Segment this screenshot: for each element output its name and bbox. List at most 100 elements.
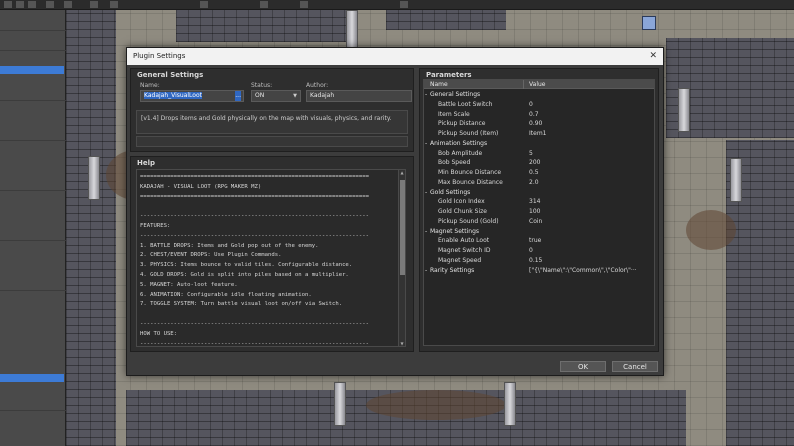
parameter-name: Magnet Switch ID (438, 247, 491, 254)
parameter-category-row[interactable]: - Magnet Settings (424, 227, 654, 237)
parameter-value: 0 (529, 247, 533, 254)
toolbar-button[interactable] (64, 1, 72, 8)
parameter-row[interactable]: Gold Chunk Size 100 (424, 207, 654, 217)
parameter-value: Item1 (529, 130, 547, 137)
map-wall (66, 10, 116, 446)
collapse-toggle-icon[interactable]: - (425, 266, 427, 276)
parameter-row[interactable]: Magnet Switch ID 0 (424, 246, 654, 256)
parameter-name: Pickup Sound (Gold) (438, 217, 499, 225)
help-text-area[interactable]: ========================================… (136, 169, 406, 347)
parameter-row[interactable]: Item Scale 0.7 (424, 110, 654, 120)
parameters-group: Parameters Name Value - General Settings B… (419, 68, 659, 352)
parameter-value: 0.7 (529, 110, 539, 118)
close-icon[interactable]: ✕ (649, 48, 657, 65)
chevron-down-icon: ▼ (293, 93, 297, 99)
name-field[interactable]: Kadajah_VisualLoot ... (140, 90, 244, 102)
parameters-table[interactable]: Name Value - General Settings Battle Loot … (423, 79, 655, 346)
toolbar-button[interactable] (46, 1, 54, 8)
map-list-selected-item[interactable] (0, 374, 64, 382)
parameter-value: ["{\"Name\":\"Common\",\"Color\"··· (529, 266, 637, 274)
collapse-toggle-icon[interactable]: - (425, 227, 427, 237)
toolbar-button[interactable] (110, 1, 118, 8)
map-dirt (366, 390, 506, 420)
toolbar-button[interactable] (28, 1, 36, 8)
map-pillar (334, 382, 346, 426)
column-header-value[interactable]: Value (529, 81, 545, 88)
column-header-name[interactable]: Name (430, 81, 448, 88)
parameter-category-row[interactable]: - Gold Settings (424, 188, 654, 198)
parameter-name: Rarity Settings (430, 266, 475, 274)
map-wall (386, 10, 506, 30)
parameter-row[interactable]: Enable Auto Loot true (424, 236, 654, 246)
description-extra-field[interactable] (136, 136, 408, 147)
parameter-row[interactable]: Magnet Speed 0.15 (424, 256, 654, 266)
parameter-name: Max Bounce Distance (438, 178, 503, 186)
parameter-category-row[interactable]: - Rarity Settings ["{\"Name\":\"Common\",\… (424, 266, 654, 276)
parameter-value: 0.15 (529, 256, 543, 264)
help-line: 6. ANIMATION: Configurable idle floating… (140, 291, 312, 298)
collapse-toggle-icon[interactable]: - (425, 90, 427, 100)
parameter-row[interactable]: Bob Amplitude 5 (424, 149, 654, 159)
scroll-up-icon[interactable]: ▲ (399, 170, 405, 175)
plugin-settings-dialog: Plugin Settings ✕ General Settings Name:… (126, 47, 664, 376)
parameter-name: Gold Settings (430, 188, 471, 196)
toolbar-button[interactable] (260, 1, 268, 8)
map-dirt (686, 210, 736, 250)
scroll-down-icon[interactable]: ▼ (399, 341, 405, 346)
parameter-category-row[interactable]: - Animation Settings (424, 139, 654, 149)
help-scrollbar[interactable]: ▲ ▼ (398, 169, 406, 347)
help-scroll-thumb[interactable] (400, 180, 405, 275)
parameter-name: Bob Speed (438, 159, 471, 167)
parameter-value: true (529, 237, 542, 245)
toolbar-button[interactable] (300, 1, 308, 8)
toolbar-button[interactable] (16, 1, 24, 8)
parameter-value: 314 (529, 198, 541, 206)
parameter-row[interactable]: Max Bounce Distance 2.0 (424, 178, 654, 188)
parameter-row[interactable]: Min Bounce Distance 0.5 (424, 168, 654, 178)
help-line: ----------------------------------------… (140, 232, 370, 239)
parameter-value: 0 (529, 100, 533, 108)
author-field[interactable]: Kadajah (306, 90, 412, 102)
parameter-row[interactable]: Bob Speed 200 (424, 158, 654, 168)
parameter-row[interactable]: Pickup Distance 0.90 (424, 119, 654, 129)
parameter-row[interactable]: Battle Loot Switch 0 (424, 100, 654, 110)
description-text: [v1.4] Drops items and Gold physically o… (141, 115, 392, 122)
parameter-name: Pickup Sound (Item) (438, 130, 499, 137)
parameter-row[interactable]: Pickup Sound (Gold) Coin (424, 217, 654, 227)
map-pillar (730, 158, 742, 202)
author-value: Kadajah (310, 92, 335, 99)
parameter-category-row[interactable]: - General Settings (424, 90, 654, 100)
collapse-toggle-icon[interactable]: - (425, 188, 427, 198)
help-heading: Help (137, 159, 156, 167)
toolbar-button[interactable] (4, 1, 12, 8)
toolbar-button[interactable] (400, 1, 408, 8)
parameter-value: 200 (529, 159, 541, 167)
parameter-value: 2.0 (529, 178, 539, 186)
parameter-row[interactable]: Gold Icon Index 314 (424, 197, 654, 207)
parameter-name: Enable Auto Loot (438, 237, 490, 245)
parameter-name: Magnet Speed (438, 256, 482, 264)
description-field[interactable]: [v1.4] Drops items and Gold physically o… (136, 110, 408, 134)
ok-button[interactable]: OK (560, 361, 606, 372)
toolbar-button[interactable] (90, 1, 98, 8)
help-line: 5. MAGNET: Auto-loot feature. (140, 281, 238, 288)
character-sprite-icon (642, 16, 656, 30)
help-line: 1. BATTLE DROPS: Items and Gold pop out … (140, 242, 319, 249)
parameter-name: Gold Chunk Size (438, 208, 487, 215)
map-list-selected-item[interactable] (0, 66, 64, 74)
help-line: 7. TOGGLE SYSTEM: Turn battle visual loo… (140, 301, 343, 308)
parameters-heading: Parameters (426, 71, 472, 79)
parameter-value: 100 (529, 208, 541, 215)
name-value: Kadajah_VisualLoot (144, 92, 202, 99)
name-browse-button[interactable]: ... (235, 91, 241, 101)
status-select[interactable]: ON ▼ (251, 90, 301, 102)
parameter-name: General Settings (430, 91, 481, 98)
parameters-table-header: Name Value (424, 80, 654, 89)
parameter-row[interactable]: Pickup Sound (Item) Item1 (424, 129, 654, 139)
cancel-button[interactable]: Cancel (612, 361, 658, 372)
parameter-name: Animation Settings (430, 139, 488, 147)
toolbar-button[interactable] (200, 1, 208, 8)
dialog-titlebar: Plugin Settings ✕ (127, 48, 663, 65)
collapse-toggle-icon[interactable]: - (425, 139, 427, 149)
map-list-panel[interactable] (0, 10, 66, 446)
